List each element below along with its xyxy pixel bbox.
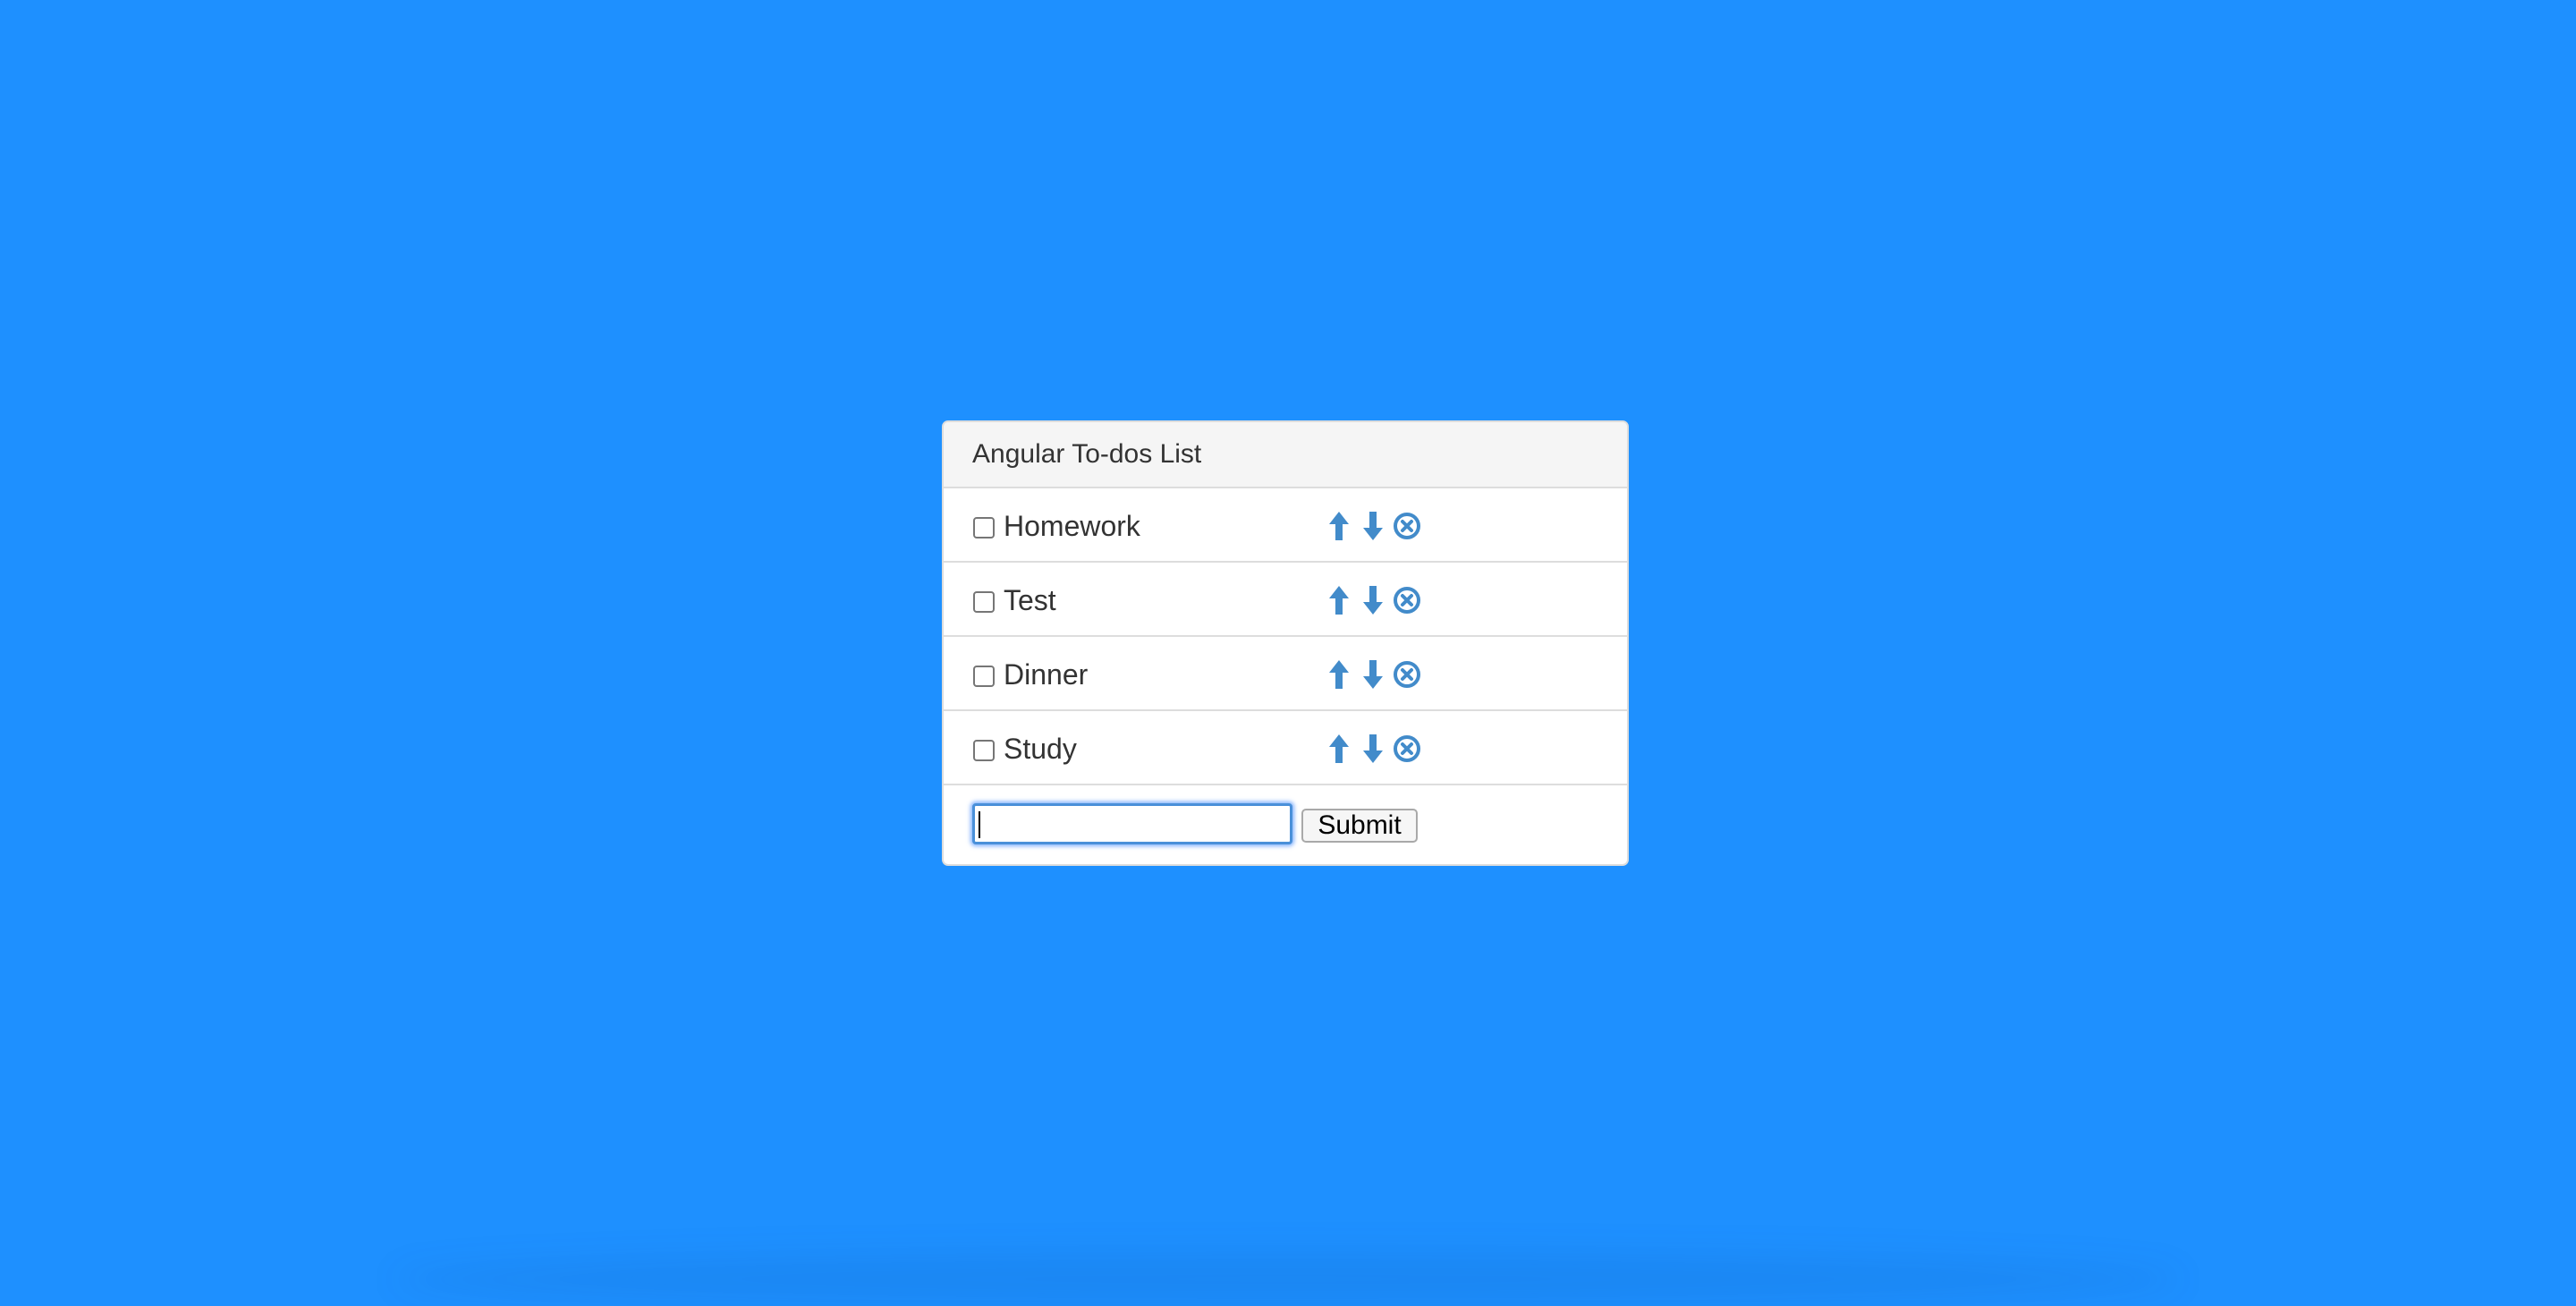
arrow-down-icon[interactable] [1358,657,1388,692]
background-shadow [394,1252,2182,1306]
remove-circle-icon[interactable] [1392,582,1422,618]
todo-label: Test [1004,584,1056,616]
todo-checkbox[interactable] [973,666,995,687]
arrow-down-icon[interactable] [1358,508,1388,544]
submit-button[interactable]: Submit [1301,809,1418,843]
remove-circle-icon[interactable] [1392,731,1422,767]
arrow-up-icon[interactable] [1324,582,1354,618]
arrow-up-icon[interactable] [1324,657,1354,692]
arrow-up-icon[interactable] [1324,508,1354,544]
text-caret [979,811,980,838]
new-todo-form: Submit [944,785,1627,864]
todo-label: Dinner [1004,658,1089,691]
todo-item: Dinner [944,637,1627,711]
todo-actions [1324,508,1426,544]
arrow-down-icon[interactable] [1358,731,1388,767]
todo-item: Homework [944,488,1627,563]
new-todo-input[interactable] [972,803,1292,844]
arrow-up-icon[interactable] [1324,731,1354,767]
todo-item: Test [944,563,1627,637]
todo-actions [1324,731,1426,767]
remove-circle-icon[interactable] [1392,657,1422,692]
todo-label: Homework [1004,510,1140,542]
todo-checkbox[interactable] [973,740,995,761]
arrow-down-icon[interactable] [1358,582,1388,618]
remove-circle-icon[interactable] [1392,508,1422,544]
todo-actions [1324,657,1426,692]
todo-item: Study [944,711,1627,785]
todo-label: Study [1004,733,1077,765]
todo-checkbox[interactable] [973,517,995,539]
todo-panel: Angular To-dos List Homework Test Dinner… [942,420,1629,866]
todo-actions [1324,582,1426,618]
todo-checkbox[interactable] [973,591,995,613]
panel-title: Angular To-dos List [944,422,1627,488]
